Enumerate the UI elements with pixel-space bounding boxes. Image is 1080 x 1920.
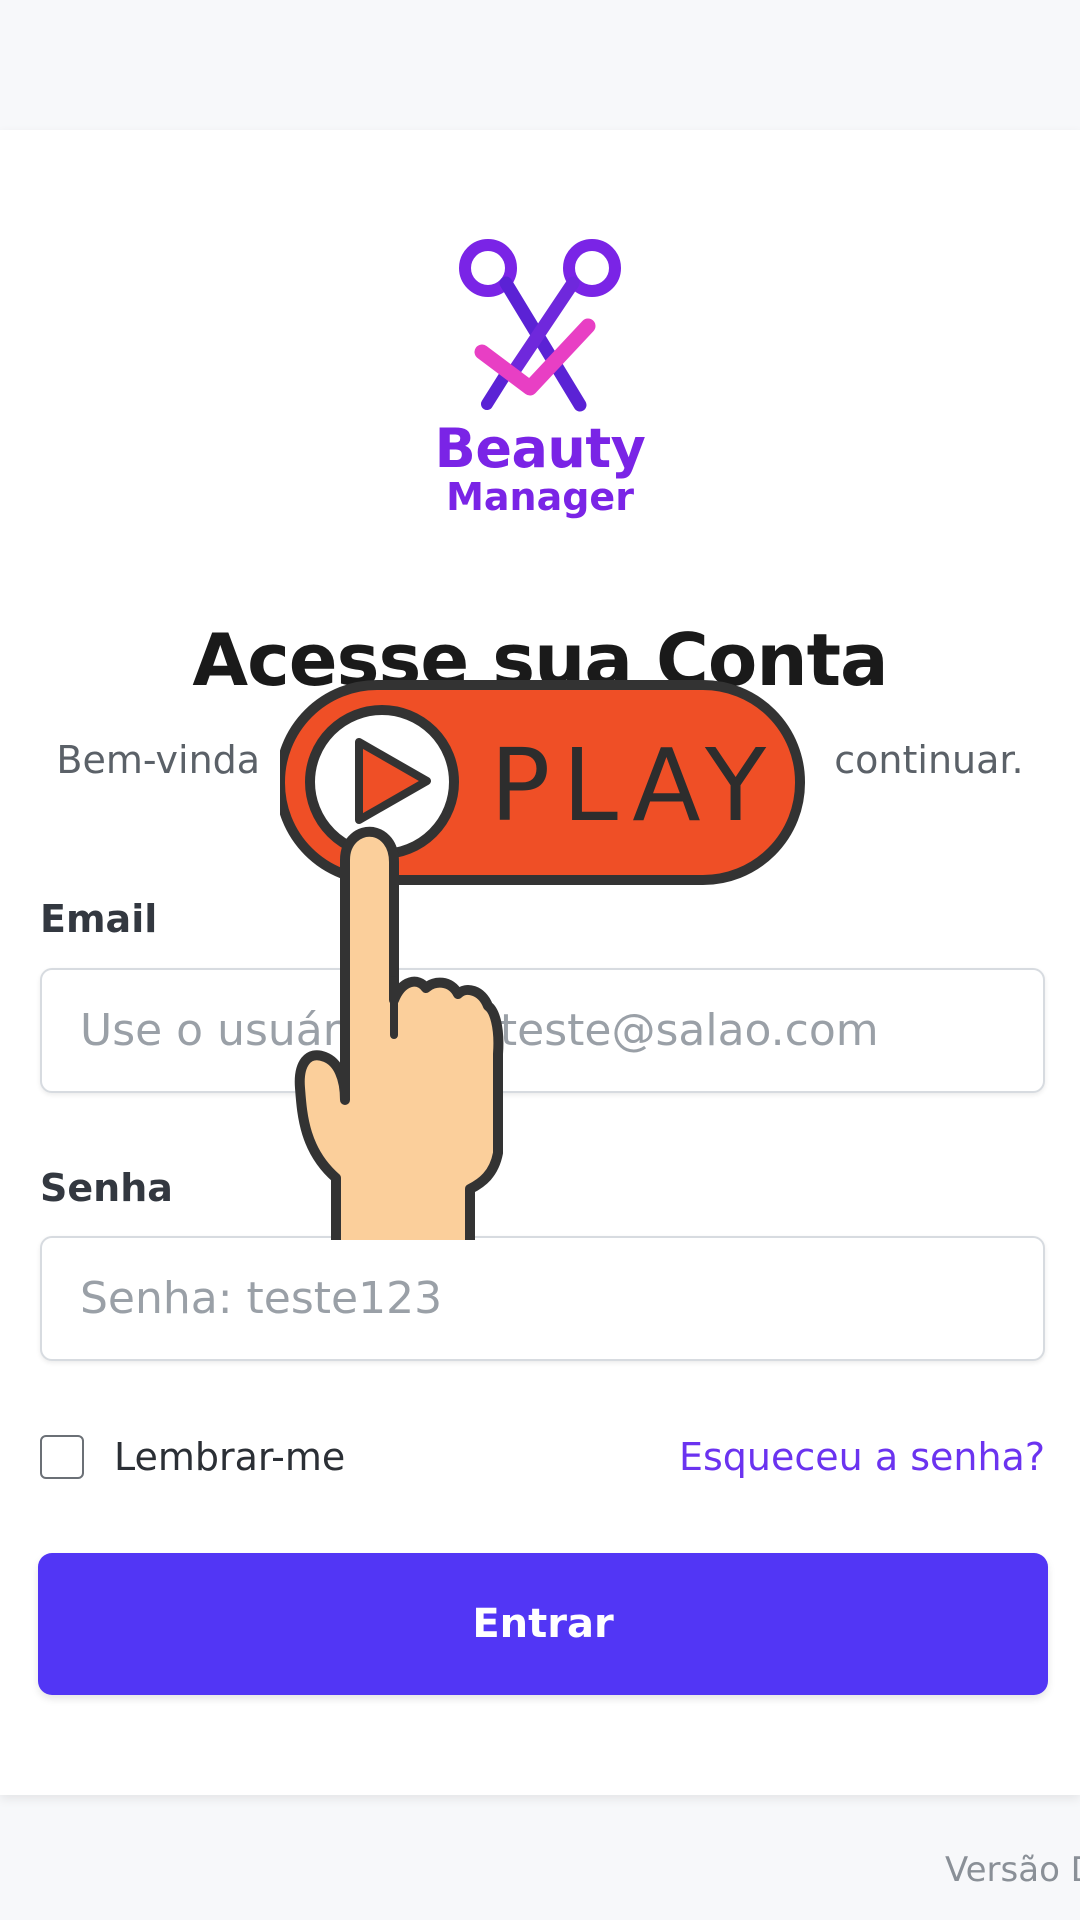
remember-row: Lembrar-me Esqueceu a senha? [40, 1435, 1045, 1485]
subtitle-left: Bem-vinda [56, 738, 261, 782]
email-label: Email [40, 897, 158, 941]
forgot-password-link[interactable]: Esqueceu a senha? [679, 1435, 1045, 1479]
remember-checkbox[interactable] [40, 1435, 84, 1479]
password-label: Senha [40, 1166, 173, 1210]
password-field[interactable] [40, 1236, 1045, 1361]
login-page: Beauty Manager Acesse sua Conta Bem-vind… [0, 0, 1080, 1920]
logo-subtitle: Manager [446, 475, 634, 519]
subtitle-right: continuar. [834, 738, 1024, 782]
play-label: PLAY [490, 727, 778, 844]
remember-label[interactable]: Lembrar-me [114, 1435, 345, 1479]
login-button[interactable]: Entrar [38, 1553, 1048, 1695]
version-text: Versão D [945, 1850, 1080, 1890]
play-button-hand-icon[interactable]: PLAY [280, 680, 820, 1240]
logo-title: Beauty [434, 417, 646, 480]
